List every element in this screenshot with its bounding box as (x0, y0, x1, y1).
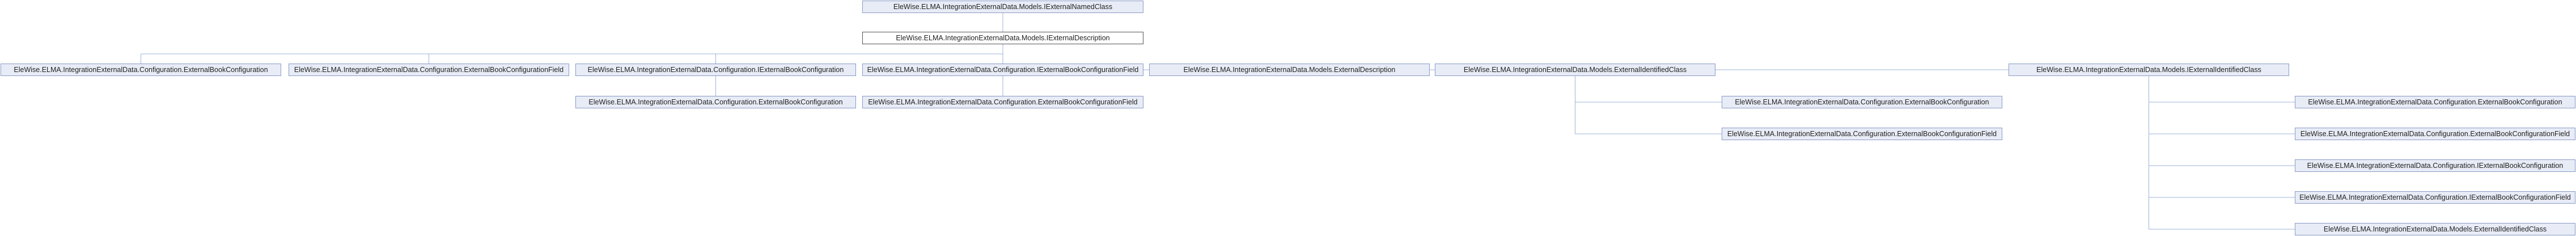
node-externalbookconfigurationfield-child[interactable]: EleWise.ELMA.IntegrationExternalData.Con… (2295, 128, 2575, 140)
node-externalbookconfiguration-child[interactable]: EleWise.ELMA.IntegrationExternalData.Con… (1722, 96, 2002, 108)
node-iexternalbookconfigurationfield-child[interactable]: EleWise.ELMA.IntegrationExternalData.Con… (2295, 191, 2575, 204)
node-externalbookconfigurationfield[interactable]: EleWise.ELMA.IntegrationExternalData.Con… (289, 64, 569, 76)
node-externalbookconfiguration[interactable]: EleWise.ELMA.IntegrationExternalData.Con… (1, 64, 281, 76)
inheritance-edges (141, 13, 2295, 230)
node-externalbookconfigurationfield-child[interactable]: EleWise.ELMA.IntegrationExternalData.Con… (862, 96, 1143, 108)
node-iexternalbookconfiguration-child[interactable]: EleWise.ELMA.IntegrationExternalData.Con… (2295, 159, 2575, 172)
node-iexternalbookconfigurationfield[interactable]: EleWise.ELMA.IntegrationExternalData.Con… (862, 64, 1143, 76)
node-externalidentifiedclass-child[interactable]: EleWise.ELMA.IntegrationExternalData.Mod… (2295, 223, 2575, 235)
node-externalbookconfiguration-child[interactable]: EleWise.ELMA.IntegrationExternalData.Con… (575, 96, 856, 108)
node-iexternaldescription-current[interactable]: EleWise.ELMA.IntegrationExternalData.Mod… (862, 32, 1143, 44)
node-iexternalbookconfiguration[interactable]: EleWise.ELMA.IntegrationExternalData.Con… (575, 64, 856, 76)
node-externalbookconfigurationfield-child[interactable]: EleWise.ELMA.IntegrationExternalData.Con… (1722, 128, 2002, 140)
node-iexternalidentifiedclass[interactable]: EleWise.ELMA.IntegrationExternalData.Mod… (2009, 64, 2289, 76)
node-externalbookconfiguration-child[interactable]: EleWise.ELMA.IntegrationExternalData.Con… (2295, 96, 2575, 108)
node-externaldescription[interactable]: EleWise.ELMA.IntegrationExternalData.Mod… (1149, 64, 1430, 76)
node-externalidentifiedclass[interactable]: EleWise.ELMA.IntegrationExternalData.Mod… (1435, 64, 1715, 76)
node-iexternalnamedclass[interactable]: EleWise.ELMA.IntegrationExternalData.Mod… (862, 1, 1143, 13)
